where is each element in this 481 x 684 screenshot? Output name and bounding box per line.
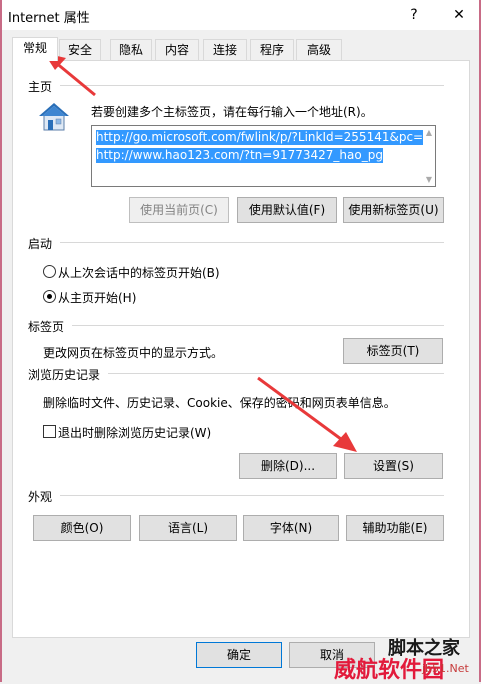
tabs-section-label: 标签页 bbox=[28, 320, 65, 334]
scroll-up-icon[interactable]: ▲ bbox=[426, 128, 432, 137]
tabs-settings-button[interactable]: 标签页(T) bbox=[343, 338, 443, 364]
startup-section-label: 启动 bbox=[28, 237, 53, 251]
home-section-label: 主页 bbox=[28, 80, 53, 94]
appearance-divider bbox=[60, 495, 444, 496]
tab-connections[interactable]: 连接 bbox=[203, 39, 247, 60]
delete-on-exit-checkbox[interactable] bbox=[43, 425, 56, 438]
fonts-button[interactable]: 字体(N) bbox=[243, 515, 339, 541]
startup-option-last-session-label[interactable]: 从上次会话中的标签页开始(B) bbox=[58, 264, 220, 281]
history-divider bbox=[108, 373, 444, 374]
languages-button[interactable]: 语言(L) bbox=[139, 515, 237, 541]
use-current-button[interactable]: 使用当前页(C) bbox=[129, 197, 229, 223]
history-description: 删除临时文件、历史记录、Cookie、保存的密码和网页表单信息。 bbox=[43, 396, 396, 410]
use-new-tab-button[interactable]: 使用新标签页(U) bbox=[343, 197, 444, 223]
watermark-line-3: jb51.Net bbox=[422, 662, 469, 675]
history-section-label: 浏览历史记录 bbox=[28, 368, 101, 382]
window-border-left bbox=[0, 0, 2, 682]
watermark: 脚本之家 威航软件园 jb51.Net bbox=[320, 628, 480, 683]
tab-security[interactable]: 安全 bbox=[59, 39, 101, 60]
delete-history-button[interactable]: 删除(D)... bbox=[239, 453, 337, 479]
tab-programs[interactable]: 程序 bbox=[250, 39, 294, 60]
tab-privacy[interactable]: 隐私 bbox=[110, 39, 152, 60]
home-urls-textarea[interactable]: http://go.microsoft.com/fwlink/p/?LinkId… bbox=[91, 125, 436, 187]
startup-option-home-radio[interactable] bbox=[43, 290, 56, 303]
delete-on-exit-label[interactable]: 退出时删除浏览历史记录(W) bbox=[58, 424, 211, 441]
startup-divider bbox=[60, 242, 444, 243]
title-bar[interactable]: Internet 属性 ? ✕ bbox=[2, 0, 479, 30]
accessibility-button[interactable]: 辅助功能(E) bbox=[346, 515, 444, 541]
tabs-description: 更改网页在标签页中的显示方式。 bbox=[43, 346, 224, 360]
scroll-down-icon[interactable]: ▼ bbox=[426, 175, 432, 184]
colors-button[interactable]: 颜色(O) bbox=[33, 515, 131, 541]
home-instruction: 若要创建多个主标签页，请在每行输入一个地址(R)。 bbox=[91, 105, 373, 119]
close-button[interactable]: ✕ bbox=[444, 4, 474, 26]
house-icon bbox=[39, 103, 69, 131]
appearance-section-label: 外观 bbox=[28, 490, 53, 504]
startup-option-home-label[interactable]: 从主页开始(H) bbox=[58, 289, 136, 306]
history-settings-button[interactable]: 设置(S) bbox=[344, 453, 443, 479]
tab-general[interactable]: 常规 bbox=[12, 37, 58, 61]
home-divider bbox=[60, 85, 444, 86]
tabs-divider bbox=[72, 325, 444, 326]
tab-content[interactable]: 内容 bbox=[155, 39, 199, 60]
home-url-line-1: http://go.microsoft.com/fwlink/p/?LinkId… bbox=[96, 130, 424, 145]
use-default-button[interactable]: 使用默认值(F) bbox=[237, 197, 337, 223]
window-title: Internet 属性 bbox=[8, 11, 90, 26]
help-button[interactable]: ? bbox=[399, 4, 429, 26]
startup-option-last-session-radio[interactable] bbox=[43, 265, 56, 278]
home-url-line-2: http://www.hao123.com/?tn=91773427_hao_p… bbox=[96, 148, 383, 163]
internet-properties-window: Internet 属性 ? ✕ 常规 安全 隐私 内容 连接 程序 高级 主页 … bbox=[0, 0, 481, 683]
tab-advanced[interactable]: 高级 bbox=[296, 39, 342, 60]
ok-button[interactable]: 确定 bbox=[196, 642, 282, 668]
